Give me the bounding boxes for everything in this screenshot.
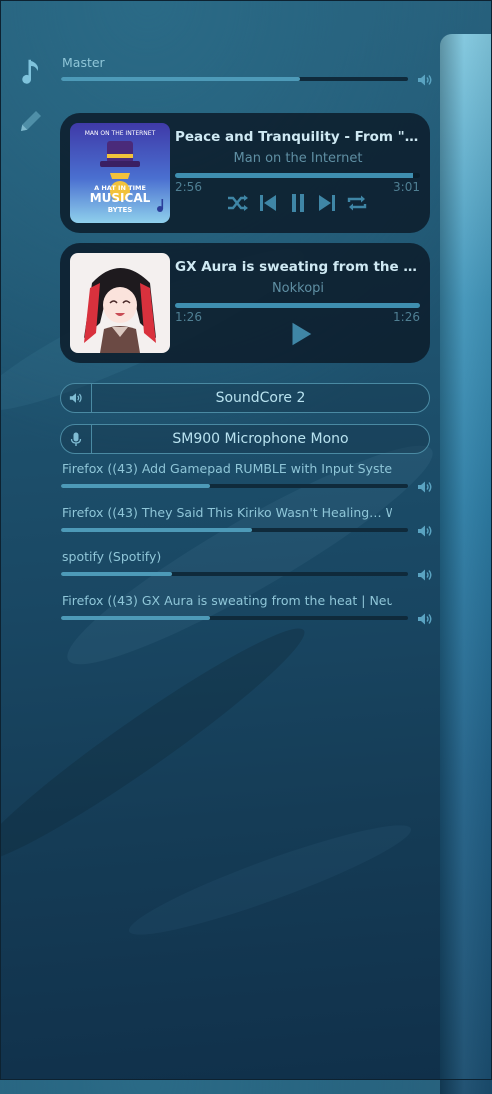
input-device-selector[interactable]: SM900 Microphone Mono (60, 424, 430, 454)
duration-time: 1:26 (393, 310, 420, 324)
music-note-icon[interactable] (14, 54, 48, 88)
app-stream-volume-slider[interactable] (61, 479, 433, 493)
elapsed-time: 1:26 (175, 310, 202, 324)
adjacent-window-panel (440, 34, 492, 1094)
track-artist: Man on the Internet (233, 151, 363, 166)
svg-text:MAN ON THE INTERNET: MAN ON THE INTERNET (85, 130, 156, 137)
master-label: Master (62, 55, 105, 70)
speaker-icon[interactable] (417, 611, 433, 625)
app-volume-fill (61, 484, 211, 488)
duration-time: 3:01 (393, 180, 420, 194)
pencil-icon[interactable] (14, 104, 48, 138)
app-volume-fill (61, 616, 211, 620)
video-thumbnail (70, 253, 170, 353)
app-stream-label: Firefox ((43) Add Gamepad RUMBLE with In… (62, 461, 392, 476)
track-title: GX Aura is sweating from the heat | … (175, 259, 421, 275)
speaker-icon (61, 384, 92, 412)
input-device-name: SM900 Microphone Mono (172, 431, 349, 447)
svg-text:MUSICAL: MUSICAL (90, 191, 151, 205)
app-stream-volume-slider[interactable] (61, 567, 433, 581)
app-volume-fill (61, 528, 252, 532)
media-player-card-1: MAN ON THE INTERNET A HAT IN TIME MUSICA… (60, 113, 430, 233)
output-device-selector[interactable]: SoundCore 2 (60, 383, 430, 413)
app-stream-label: spotify (Spotify) (62, 549, 162, 564)
shuffle-icon[interactable] (225, 190, 251, 216)
pause-icon[interactable] (285, 190, 311, 216)
speaker-icon[interactable] (417, 72, 433, 86)
track-title: Peace and Tranquility - From "A Hat … (175, 129, 421, 145)
speaker-icon[interactable] (417, 479, 433, 493)
play-icon[interactable] (285, 319, 315, 349)
previous-icon[interactable] (255, 190, 281, 216)
master-volume-slider[interactable] (61, 72, 433, 86)
track-artist: Nokkopi (271, 281, 325, 296)
media-player-card-2: GX Aura is sweating from the heat | … No… (60, 243, 430, 363)
speaker-icon[interactable] (417, 523, 433, 537)
track-progress-fill (175, 173, 413, 178)
elapsed-time: 2:56 (175, 180, 202, 194)
output-device-name: SoundCore 2 (215, 390, 306, 406)
master-volume-fill (61, 77, 301, 81)
app-stream-volume-slider[interactable] (61, 523, 433, 537)
speaker-icon[interactable] (417, 567, 433, 581)
album-art: MAN ON THE INTERNET A HAT IN TIME MUSICA… (70, 123, 170, 223)
track-progress-fill (175, 303, 420, 308)
app-volume-fill (61, 572, 173, 576)
app-stream-label: Firefox ((43) GX Aura is sweating from t… (62, 593, 392, 608)
repeat-icon[interactable] (344, 190, 370, 216)
track-progress-bar[interactable] (175, 173, 420, 178)
app-stream-label: Firefox ((43) They Said This Kiriko Wasn… (62, 505, 392, 520)
microphone-icon (61, 425, 92, 453)
track-progress-bar[interactable] (175, 303, 420, 308)
app-stream-volume-slider[interactable] (61, 611, 433, 625)
svg-text:BYTES: BYTES (108, 206, 133, 214)
next-icon[interactable] (314, 190, 340, 216)
